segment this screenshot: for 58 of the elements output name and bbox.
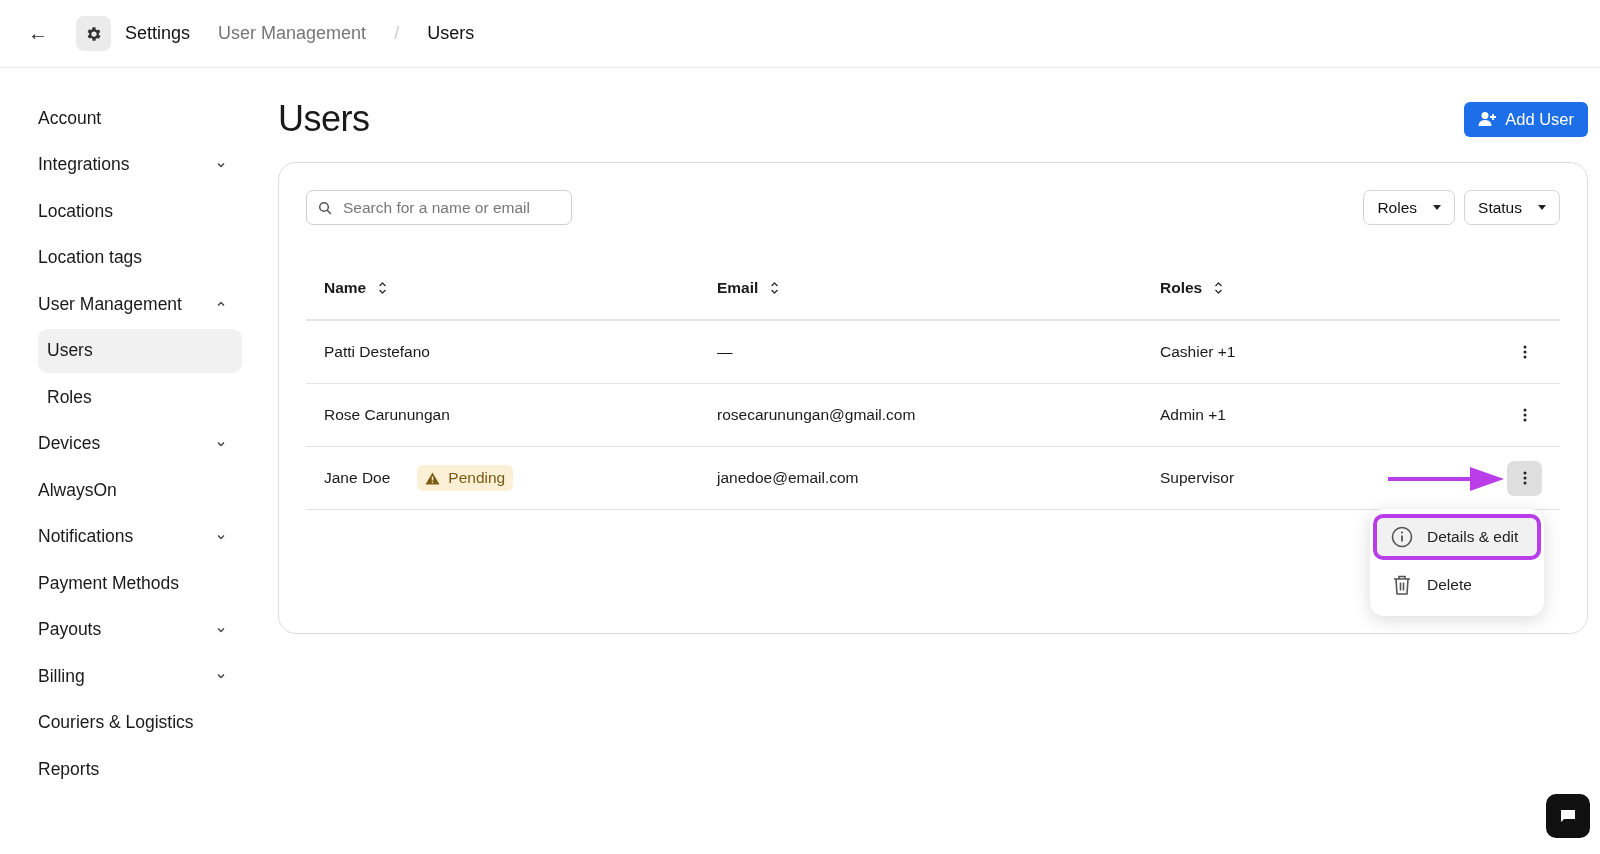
roles-cell-text: Cashier +1: [1160, 343, 1237, 361]
user-name: Jane Doe: [324, 469, 391, 487]
sidebar-item[interactable]: AlwaysOn: [38, 468, 242, 512]
sort-icon[interactable]: [770, 281, 780, 295]
sort-icon[interactable]: [378, 281, 388, 295]
breadcrumb-link[interactable]: User Management: [218, 23, 367, 44]
sidebar-item[interactable]: Locations: [38, 189, 242, 233]
sidebar-item[interactable]: Account: [38, 96, 242, 140]
user-name: Patti Destefano: [324, 343, 430, 361]
chevron-icon: [216, 299, 226, 309]
chat-icon: [1560, 809, 1576, 823]
sidebar-item[interactable]: Location tags: [38, 235, 242, 280]
status-badge: Pending: [417, 465, 514, 491]
sidebar-subitem[interactable]: Roles: [38, 375, 242, 419]
breadcrumb-link[interactable]: Users: [427, 23, 475, 44]
filter-dropdown[interactable]: Roles: [1363, 190, 1456, 225]
settings-icon: [76, 16, 111, 51]
chevron-icon: [216, 671, 226, 681]
sidebar-item[interactable]: Reports: [38, 747, 242, 791]
user-name: Rose Carunungan: [324, 406, 450, 424]
sidebar-group[interactable]: Notifications: [38, 514, 242, 559]
warning-icon: [425, 471, 441, 485]
more-options-icon: [1522, 345, 1527, 359]
info-icon: [1391, 525, 1413, 548]
sidebar-group[interactable]: User Management: [38, 282, 242, 326]
menu-item[interactable]: Details & edit: [1373, 513, 1541, 560]
caret-icon: [1433, 205, 1442, 210]
more-options-icon: [1522, 471, 1527, 485]
caret-icon: [1538, 205, 1546, 210]
sidebar-group[interactable]: Devices: [38, 421, 242, 466]
chat-button[interactable]: [1546, 794, 1590, 838]
sidebar-item[interactable]: Couriers & Logistics: [38, 700, 242, 745]
sidebar-item[interactable]: Payment Methods: [38, 561, 242, 605]
sidebar-group[interactable]: Integrations: [38, 142, 242, 187]
search-field[interactable]: Search for a name or email: [306, 190, 572, 225]
sidebar-subitem[interactable]: Users: [38, 328, 242, 373]
page-title: Users: [278, 98, 370, 140]
column-header[interactable]: Email: [717, 279, 759, 297]
more-options-button[interactable]: [1507, 460, 1542, 496]
column-header[interactable]: Roles: [1160, 279, 1203, 297]
email-cell-text: rosecarunungan@gmail.com: [717, 406, 917, 424]
sidebar-group[interactable]: Billing: [38, 654, 242, 698]
more-options-icon: [1522, 408, 1527, 422]
add-user-button[interactable]: Add User: [1464, 101, 1588, 137]
breadcrumb-separator: /: [394, 23, 400, 44]
breadcrumb-link[interactable]: Settings: [125, 23, 191, 44]
trash-icon: [1391, 573, 1413, 596]
filter-dropdown[interactable]: Status: [1464, 190, 1560, 225]
add-user-icon: [1478, 111, 1497, 127]
email-cell-text: janedoe@email.com: [717, 469, 860, 487]
column-header[interactable]: Name: [324, 279, 367, 297]
sidebar-group[interactable]: Payouts: [38, 607, 242, 652]
roles-cell-text: Supervisor: [1160, 469, 1236, 487]
roles-cell-text: Admin +1: [1160, 406, 1227, 424]
menu-item[interactable]: Delete: [1373, 561, 1541, 608]
email-cell-text: —: [717, 343, 734, 361]
sort-icon[interactable]: [1214, 281, 1224, 295]
back-button[interactable]: ←: [24, 22, 52, 45]
